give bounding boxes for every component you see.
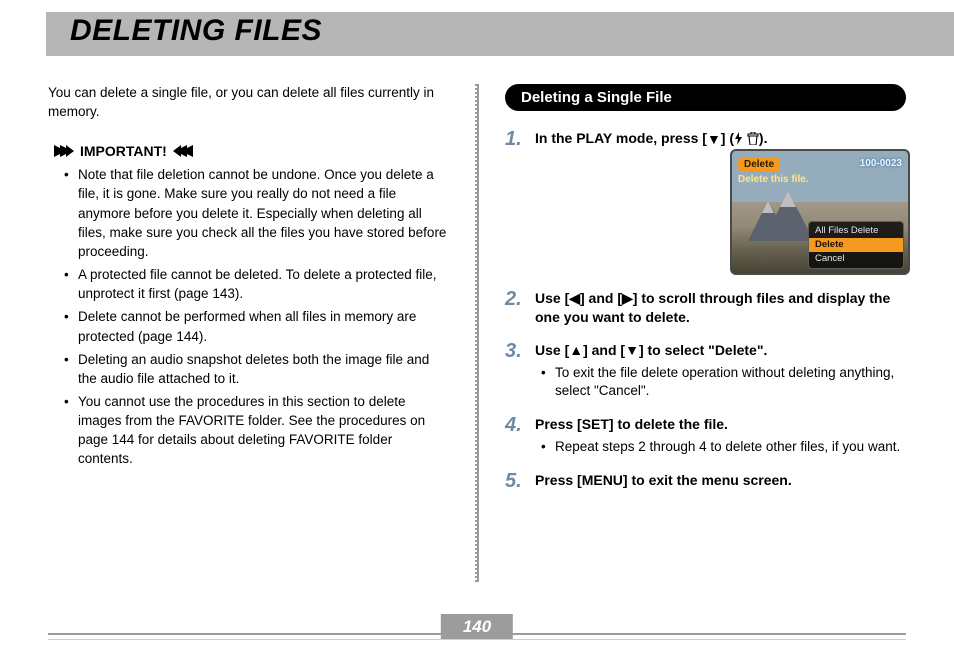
important-item: A protected file cannot be deleted. To d… xyxy=(78,265,449,303)
manual-page: DELETING FILES You can delete a single f… xyxy=(0,12,954,658)
step-body: In the PLAY mode, press [▼] ( ). Delete … xyxy=(535,129,906,275)
step-text: Press [SET] to delete the file. xyxy=(535,416,728,432)
section-heading: Deleting a Single File xyxy=(505,84,906,111)
menu-item-cancel[interactable]: Cancel xyxy=(809,252,903,266)
menu-item-delete[interactable]: Delete xyxy=(809,238,903,252)
step-number: 2. xyxy=(505,289,525,327)
file-counter: 100-0023 xyxy=(860,157,902,171)
footer-rule xyxy=(48,633,906,640)
step: 5. Press [MENU] to exit the menu screen. xyxy=(505,471,906,491)
important-item: Note that file deletion cannot be undone… xyxy=(78,165,449,261)
burst-left-icon xyxy=(173,145,199,157)
right-column: Deleting a Single File 1. In the PLAY mo… xyxy=(505,84,906,582)
step-body: Use [◀] and [▶] to scroll through files … xyxy=(535,289,906,327)
step-text: Press [MENU] to exit the menu screen. xyxy=(535,472,792,488)
page-title: DELETING FILES xyxy=(70,14,322,48)
step-sub-text: To exit the file delete operation withou… xyxy=(555,364,906,402)
delete-badge: Delete xyxy=(738,157,780,173)
important-item: You cannot use the procedures in this se… xyxy=(78,392,449,469)
trash-icon xyxy=(747,132,759,145)
step-body: Press [SET] to delete the file. Repeat s… xyxy=(535,415,906,457)
menu-item-all[interactable]: All Files Delete xyxy=(809,224,903,238)
step: 4. Press [SET] to delete the file. Repea… xyxy=(505,415,906,457)
step-1-text: In the PLAY mode, press [▼] ( ). xyxy=(535,130,767,146)
important-heading: IMPORTANT! xyxy=(48,143,449,159)
column-divider xyxy=(475,84,479,582)
important-item: Deleting an audio snapshot deletes both … xyxy=(78,350,449,388)
step-sub-text: Repeat steps 2 through 4 to delete other… xyxy=(555,438,906,457)
burst-right-icon xyxy=(48,145,74,157)
delete-prompt: Delete this file. xyxy=(738,173,809,187)
important-item: Delete cannot be performed when all file… xyxy=(78,307,449,345)
step-body: Use [▲] and [▼] to select "Delete". To e… xyxy=(535,341,906,402)
step-text: Use [▲] and [▼] to select "Delete". xyxy=(535,342,767,358)
important-label: IMPORTANT! xyxy=(80,143,167,159)
lcd-preview: Delete Delete this file. 100-0023 All Fi… xyxy=(730,149,910,275)
step-number: 5. xyxy=(505,471,525,491)
intro-text: You can delete a single file, or you can… xyxy=(48,84,449,121)
important-list: Note that file deletion cannot be undone… xyxy=(48,165,449,468)
delete-menu: All Files Delete Delete Cancel xyxy=(808,221,904,269)
content-columns: You can delete a single file, or you can… xyxy=(0,56,954,582)
camera-screenshot: Delete Delete this file. 100-0023 All Fi… xyxy=(730,149,906,275)
step-body: Press [MENU] to exit the menu screen. xyxy=(535,471,906,491)
step: 1. In the PLAY mode, press [▼] ( ). Dele… xyxy=(505,129,906,275)
step: 2. Use [◀] and [▶] to scroll through fil… xyxy=(505,289,906,327)
step-sub: To exit the file delete operation withou… xyxy=(535,364,906,402)
title-bar: DELETING FILES xyxy=(0,12,954,56)
left-column: You can delete a single file, or you can… xyxy=(48,84,449,582)
step-text: Use [◀] and [▶] to scroll through files … xyxy=(535,290,890,325)
step-number: 3. xyxy=(505,341,525,402)
step-sub: Repeat steps 2 through 4 to delete other… xyxy=(535,438,906,457)
step-number: 4. xyxy=(505,415,525,457)
step: 3. Use [▲] and [▼] to select "Delete". T… xyxy=(505,341,906,402)
flash-icon xyxy=(734,132,743,145)
step-number: 1. xyxy=(505,129,525,275)
